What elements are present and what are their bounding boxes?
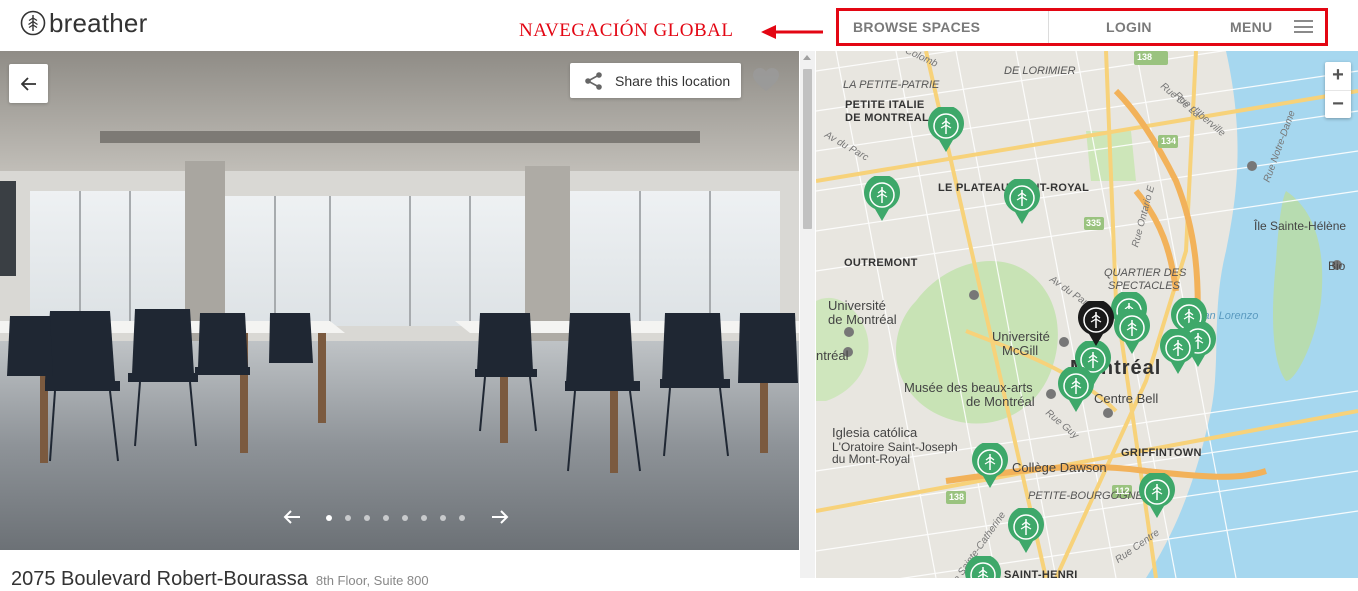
- tree-logo-icon: [20, 10, 46, 36]
- map-label: Collège Dawson: [1012, 460, 1107, 475]
- map[interactable]: LA PETITE-PATRIE DE LORIMIER PETITE ITAL…: [816, 51, 1358, 578]
- map-label: OUTREMONT: [844, 257, 918, 269]
- carousel-dot[interactable]: [383, 515, 389, 521]
- map-label: LA PETITE-PATRIE: [843, 79, 940, 91]
- map-label: DE MONTREAL: [845, 112, 929, 124]
- scroll-thumb[interactable]: [803, 69, 812, 229]
- map-pin[interactable]: [1007, 508, 1045, 554]
- map-label: QUARTIER DES: [1104, 267, 1187, 279]
- carousel-dot[interactable]: [326, 515, 332, 521]
- map-label: GRIFFINTOWN: [1121, 447, 1202, 459]
- share-button[interactable]: Share this location: [570, 63, 741, 98]
- hwy-label: 134: [1161, 136, 1177, 146]
- hwy-label: 138: [949, 492, 965, 502]
- logo-text: breather: [49, 8, 148, 38]
- map-label: ntréal: [816, 348, 849, 363]
- map-label: du Mont-Royal: [832, 452, 911, 466]
- map-label: SPECTACLES: [1108, 280, 1180, 292]
- map-label: Université: [992, 329, 1050, 344]
- share-label: Share this location: [615, 72, 731, 89]
- zoom-in-button[interactable]: +: [1325, 62, 1351, 90]
- map-label: de Montréal: [828, 312, 897, 327]
- map-pin[interactable]: [1057, 367, 1095, 413]
- carousel-dot[interactable]: [440, 515, 446, 521]
- photo-carousel: [282, 505, 512, 529]
- arrow-left-icon: [20, 76, 36, 91]
- map-label: McGill: [1002, 343, 1039, 358]
- global-header: breather NAVEGACIÓN GLOBAL BROWSE SPACES…: [0, 0, 1358, 50]
- carousel-dot[interactable]: [345, 515, 351, 521]
- map-label: PETITE ITALIE: [845, 99, 925, 111]
- map-pin[interactable]: [971, 443, 1009, 489]
- hwy-label: 335: [1086, 218, 1102, 228]
- map-pin[interactable]: [964, 556, 1002, 578]
- scroll-up-icon[interactable]: [803, 55, 811, 60]
- global-navigation: BROWSE SPACES LOGIN MENU: [836, 8, 1328, 46]
- map-pin[interactable]: [1003, 179, 1041, 225]
- hamburger-icon[interactable]: [1294, 20, 1313, 33]
- back-button[interactable]: [9, 64, 48, 103]
- listing-address: 2075 Boulevard Robert-Bourassa 8th Floor,…: [11, 568, 429, 591]
- share-icon: [585, 71, 602, 90]
- map-zoom-control: + −: [1325, 62, 1351, 118]
- map-label: Île Sainte-Hélène: [1254, 219, 1347, 233]
- annotation-label: NAVEGACIÓN GLOBAL: [519, 20, 734, 41]
- carousel-dot[interactable]: [364, 515, 370, 521]
- scrollbar[interactable]: [800, 51, 815, 578]
- carousel-dot[interactable]: [421, 515, 427, 521]
- map-label: Centre Bell: [1094, 391, 1159, 406]
- annotation-arrow-icon: [761, 25, 823, 39]
- map-label: SAINT-HENRI: [1004, 569, 1078, 578]
- browse-spaces-link[interactable]: BROWSE SPACES: [853, 11, 980, 43]
- map-label: Iglesia católica: [832, 425, 918, 440]
- map-label: Université: [828, 298, 886, 313]
- map-label: Bio: [1328, 259, 1346, 273]
- carousel-prev-icon[interactable]: [282, 507, 302, 527]
- nav-divider: [1048, 11, 1049, 43]
- zoom-out-button[interactable]: −: [1325, 91, 1351, 119]
- heart-icon[interactable]: [752, 67, 780, 93]
- map-pin[interactable]: [1113, 309, 1151, 355]
- map-label: DE LORIMIER: [1004, 65, 1076, 77]
- map-label: Musée des beaux-arts: [904, 380, 1033, 395]
- map-label: de Montréal: [966, 394, 1035, 409]
- office-photo-illustration: [0, 51, 799, 550]
- map-pin[interactable]: [1159, 329, 1197, 375]
- space-photo: [0, 51, 799, 550]
- map-pin-selected[interactable]: [1077, 301, 1115, 347]
- login-link[interactable]: LOGIN: [1106, 11, 1152, 43]
- address-line: 2075 Boulevard Robert-Bourassa: [11, 568, 308, 590]
- menu-link[interactable]: MENU: [1230, 11, 1272, 43]
- hwy-label: 138: [1137, 52, 1153, 62]
- map-pin[interactable]: [1138, 473, 1176, 519]
- carousel-dot[interactable]: [402, 515, 408, 521]
- address-detail: 8th Floor, Suite 800: [315, 573, 429, 588]
- breather-logo[interactable]: breather: [20, 10, 147, 36]
- map-pin[interactable]: [863, 176, 901, 222]
- hwy-label: 112: [1115, 486, 1130, 496]
- carousel-next-icon[interactable]: [490, 507, 510, 527]
- map-pin[interactable]: [927, 107, 965, 153]
- carousel-dot[interactable]: [459, 515, 465, 521]
